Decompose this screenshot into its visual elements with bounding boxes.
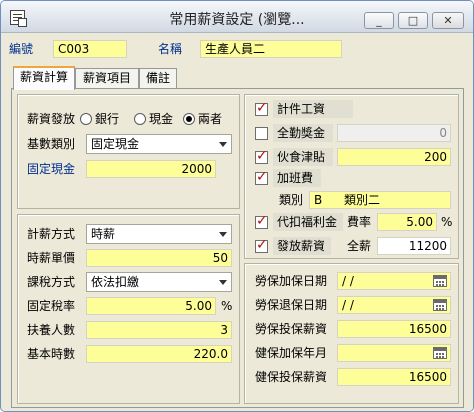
calendar-icon[interactable]	[433, 299, 447, 311]
calc-group: 計薪方式 時薪 時薪單價 50 課稅方式 依法扣繳 固定稅率 5.00 % 扶養…	[17, 214, 240, 404]
full-pay-field[interactable]: 11200	[377, 237, 451, 255]
attendance-bonus-label: 全勤獎金	[273, 124, 333, 142]
welfare-rate-field[interactable]: 5.00	[377, 213, 437, 231]
category-field[interactable]: B 類別二	[309, 191, 451, 209]
payout-label: 發放薪資	[273, 237, 331, 255]
dependents-field[interactable]: 3	[86, 321, 232, 339]
welfare-percent-sign: %	[441, 215, 453, 229]
close-button[interactable]: ✕	[432, 12, 464, 29]
overtime-label: 加班費	[273, 169, 321, 187]
dependents-label: 扶養人數	[27, 323, 76, 337]
tab-pane: 薪資發放 銀行 現金 兩者 基數類別 固定現金 固定現金 2000 計薪方式 時…	[11, 88, 464, 408]
window-content: 編號 C003 名稱 生產人員二 薪資計算 薪資項目 備註 薪資發放 銀行 現金…	[1, 34, 473, 411]
fixed-tax-rate-label: 固定稅率	[27, 299, 76, 313]
meal-allowance-field[interactable]: 200	[337, 148, 451, 166]
base-type-select[interactable]: 固定現金	[86, 134, 232, 154]
code-label: 編號	[9, 42, 34, 56]
hourly-price-label: 時薪單價	[27, 251, 76, 265]
fixed-cash-label: 固定現金	[27, 162, 76, 176]
radio-bank-label: 銀行	[95, 112, 120, 126]
radio-both[interactable]	[183, 113, 195, 125]
tax-method-select[interactable]: 依法扣繳	[86, 272, 232, 292]
tab-notes[interactable]: 備註	[139, 68, 177, 89]
category-code: B	[314, 193, 323, 207]
tax-method-value: 依法扣繳	[91, 275, 140, 289]
base-hours-field[interactable]: 220.0	[86, 345, 232, 363]
payment-group: 薪資發放 銀行 現金 兩者 基數類別 固定現金 固定現金 2000	[17, 94, 240, 209]
calc-method-value: 時薪	[91, 227, 116, 241]
maximize-button[interactable]: □	[398, 12, 428, 29]
piece-wage-checkbox[interactable]	[255, 100, 268, 116]
chevron-down-icon	[219, 142, 227, 147]
chevron-down-icon	[219, 280, 227, 285]
health-join-label: 健保加保年月	[255, 346, 328, 360]
base-type-value: 固定現金	[91, 137, 140, 151]
health-salary-label: 健保投保薪資	[255, 370, 328, 384]
allowance-group: 計件工資 全勤獎金 0 伙食津貼 200 加班費 類別 B 類別二 代扣福利金 …	[244, 94, 459, 259]
labor-leave-field[interactable]: / /	[337, 296, 451, 314]
overtime-checkbox[interactable]	[255, 169, 268, 185]
tax-method-label: 課稅方式	[27, 275, 76, 289]
payment-label: 薪資發放	[27, 112, 76, 126]
fixed-tax-rate-field[interactable]: 5.00	[86, 297, 216, 315]
payout-checkbox[interactable]	[255, 237, 268, 253]
health-join-field[interactable]	[337, 344, 451, 362]
labor-leave-value: / /	[342, 298, 354, 312]
labor-salary-field[interactable]: 16500	[337, 320, 451, 338]
welfare-rate-label: 費率	[347, 215, 372, 229]
hourly-price-field[interactable]: 50	[86, 249, 232, 267]
title-bar[interactable]: 常用薪資設定 (瀏覽... _ □ ✕	[1, 1, 473, 33]
radio-bank[interactable]	[80, 113, 92, 125]
welfare-checkbox[interactable]	[255, 213, 268, 229]
name-field[interactable]: 生產人員二	[200, 40, 342, 58]
labor-salary-label: 勞保投保薪資	[255, 322, 328, 336]
category-name: 類別二	[344, 193, 381, 207]
code-field[interactable]: C003	[53, 40, 127, 58]
salary-settings-window: 常用薪資設定 (瀏覽... _ □ ✕ 編號 C003 名稱 生產人員二 薪資計…	[0, 0, 474, 412]
meal-allowance-checkbox[interactable]	[255, 148, 268, 164]
name-label: 名稱	[158, 42, 183, 56]
radio-cash[interactable]	[134, 113, 146, 125]
base-type-label: 基數類別	[27, 137, 76, 151]
health-salary-field[interactable]: 16500	[337, 368, 451, 386]
base-hours-label: 基本時數	[27, 347, 76, 361]
labor-join-label: 勞保加保日期	[255, 274, 328, 288]
radio-cash-label: 現金	[149, 112, 174, 126]
minimize-button[interactable]: _	[364, 12, 394, 29]
chevron-down-icon	[219, 232, 227, 237]
attendance-bonus-field[interactable]: 0	[337, 124, 451, 142]
piece-wage-label: 計件工資	[273, 100, 353, 118]
insurance-group: 勞保加保日期 / / 勞保退保日期 / / 勞保投保薪資 16500 健保加保年…	[244, 263, 459, 404]
labor-join-field[interactable]: / /	[337, 272, 451, 290]
calendar-icon[interactable]	[433, 275, 447, 287]
payment-radio-group: 銀行 現金 兩者	[80, 112, 240, 127]
labor-leave-label: 勞保退保日期	[255, 298, 328, 312]
calc-method-select[interactable]: 時薪	[86, 224, 232, 244]
tax-percent-sign: %	[221, 299, 233, 313]
category-label: 類別	[279, 193, 304, 207]
tab-salary-items[interactable]: 薪資項目	[75, 68, 139, 89]
tab-salary-calc[interactable]: 薪資計算	[13, 66, 75, 90]
labor-join-value: / /	[342, 274, 354, 288]
meal-allowance-label: 伙食津貼	[273, 148, 333, 166]
calendar-icon[interactable]	[433, 347, 447, 359]
calc-method-label: 計薪方式	[27, 227, 76, 241]
welfare-label: 代扣福利金	[273, 213, 343, 231]
radio-both-label: 兩者	[198, 112, 223, 126]
fixed-cash-field[interactable]: 2000	[86, 160, 216, 178]
full-pay-label: 全薪	[347, 239, 372, 253]
attendance-bonus-checkbox[interactable]	[255, 127, 268, 140]
